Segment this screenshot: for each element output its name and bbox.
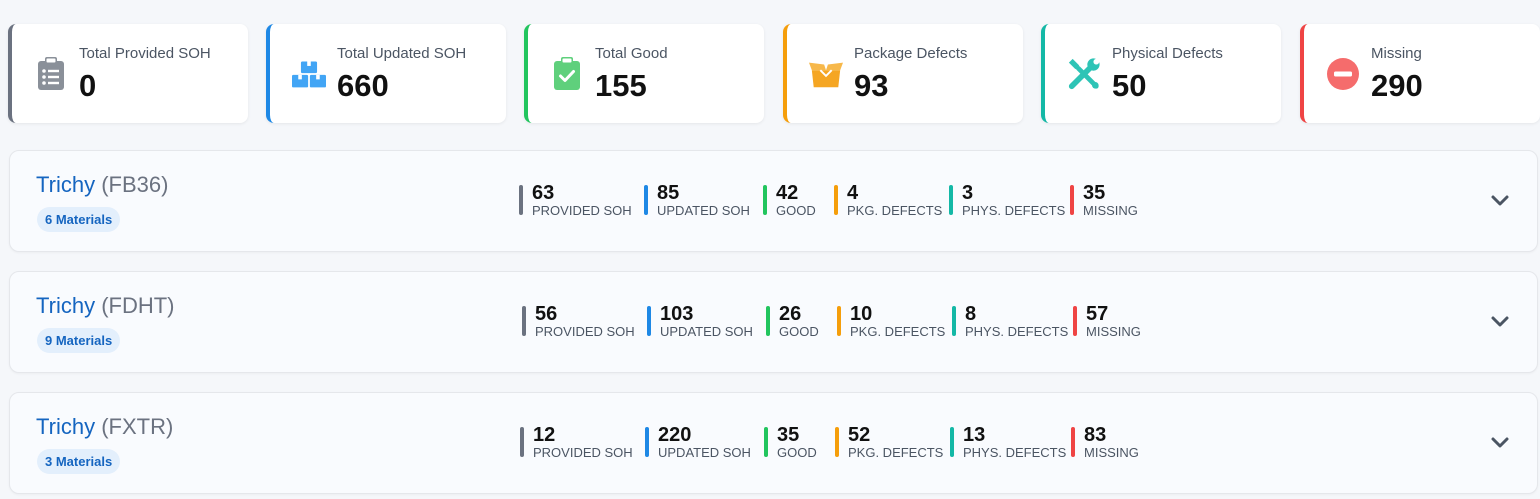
stat-value: 3: [962, 182, 974, 204]
stat-provided-soh: 12 PROVIDED SOH: [520, 424, 633, 460]
location-title: Trichy (FB36): [36, 172, 168, 198]
clipboard-list-icon: [34, 57, 68, 91]
card-value: 290: [1371, 68, 1423, 103]
card-label: Total Updated SOH: [337, 45, 467, 62]
stat-label: UPDATED SOH: [660, 324, 753, 339]
stat-value: 26: [779, 303, 802, 325]
card-total-good: Total Good 155: [524, 24, 764, 123]
stat-value: 35: [777, 424, 800, 446]
card-label: Missing: [1371, 45, 1422, 62]
location-row[interactable]: Trichy (FB36) 6 Materials 63 PROVIDED SOH…: [9, 150, 1538, 252]
tools-icon: [1067, 57, 1101, 91]
stat-label: PROVIDED SOH: [532, 203, 632, 218]
stat-label: MISSING: [1084, 445, 1139, 460]
location-name: Trichy: [36, 293, 96, 318]
stat-label: PROVIDED SOH: [533, 445, 633, 460]
location-code: (FDHT): [101, 293, 175, 318]
summary-cards: Total Provided SOH 0 Total Updated SOH 6…: [8, 24, 1540, 124]
card-label: Physical Defects: [1112, 45, 1223, 62]
stat-label: PKG. DEFECTS: [850, 324, 946, 339]
stat-value: 56: [535, 303, 558, 325]
card-value: 660: [337, 68, 389, 103]
location-name: Trichy: [36, 172, 96, 197]
card-missing: Missing 290: [1300, 24, 1540, 123]
stat-missing: 35 MISSING: [1070, 182, 1138, 218]
stat-good: 35 GOOD: [764, 424, 817, 460]
stat-phys-defects: 13 PHYS. DEFECTS: [950, 424, 1067, 460]
stat-label: PHYS. DEFECTS: [962, 203, 1066, 218]
stat-label: GOOD: [777, 445, 817, 460]
stat-phys-defects: 8 PHYS. DEFECTS: [952, 303, 1069, 339]
location-row[interactable]: Trichy (FDHT) 9 Materials 56 PROVIDED SOH…: [9, 271, 1538, 373]
stat-label: PROVIDED SOH: [535, 324, 635, 339]
stat-good: 42 GOOD: [763, 182, 816, 218]
stat-phys-defects: 3 PHYS. DEFECTS: [949, 182, 1066, 218]
stat-value: 4: [847, 182, 859, 204]
stat-value: 12: [533, 424, 556, 446]
chevron-down-icon[interactable]: [1490, 433, 1510, 453]
card-package-defects: Package Defects 93: [783, 24, 1023, 123]
location-name: Trichy: [36, 414, 96, 439]
chevron-down-icon[interactable]: [1490, 191, 1510, 211]
stat-value: 220: [658, 424, 692, 446]
boxes-icon: [292, 57, 326, 91]
card-value: 50: [1112, 68, 1147, 103]
stat-value: 13: [963, 424, 986, 446]
stat-value: 85: [657, 182, 680, 204]
minus-circle-icon: [1326, 57, 1360, 91]
chevron-down-icon[interactable]: [1490, 312, 1510, 332]
location-row[interactable]: Trichy (FXTR) 3 Materials 12 PROVIDED SOH…: [9, 392, 1538, 494]
stat-label: PHYS. DEFECTS: [963, 445, 1067, 460]
stat-value: 52: [848, 424, 871, 446]
stat-value: 8: [965, 303, 977, 325]
stat-label: MISSING: [1083, 203, 1138, 218]
stat-good: 26 GOOD: [766, 303, 819, 339]
location-code: (FB36): [101, 172, 169, 197]
card-label: Total Provided SOH: [79, 45, 211, 62]
stat-updated-soh: 103 UPDATED SOH: [647, 303, 753, 339]
stat-label: GOOD: [779, 324, 819, 339]
stat-missing: 57 MISSING: [1073, 303, 1141, 339]
stat-pkg-defects: 10 PKG. DEFECTS: [837, 303, 946, 339]
card-value: 155: [595, 68, 647, 103]
card-physical-defects: Physical Defects 50: [1041, 24, 1281, 123]
stat-provided-soh: 56 PROVIDED SOH: [522, 303, 635, 339]
stat-label: UPDATED SOH: [658, 445, 751, 460]
card-label: Total Good: [595, 45, 668, 62]
stat-label: UPDATED SOH: [657, 203, 750, 218]
stat-value: 10: [850, 303, 873, 325]
materials-badge: 9 Materials: [37, 328, 121, 353]
stat-pkg-defects: 52 PKG. DEFECTS: [835, 424, 944, 460]
stat-label: MISSING: [1086, 324, 1141, 339]
stat-updated-soh: 85 UPDATED SOH: [644, 182, 750, 218]
card-label: Package Defects: [854, 45, 968, 62]
stat-label: PKG. DEFECTS: [847, 203, 943, 218]
stat-value: 57: [1086, 303, 1109, 325]
materials-badge: 3 Materials: [37, 449, 121, 474]
stat-value: 83: [1084, 424, 1107, 446]
materials-badge: 6 Materials: [37, 207, 121, 232]
stat-label: PKG. DEFECTS: [848, 445, 944, 460]
location-title: Trichy (FXTR): [36, 414, 173, 440]
stat-value: 42: [776, 182, 799, 204]
stat-provided-soh: 63 PROVIDED SOH: [519, 182, 632, 218]
card-total-provided-soh: Total Provided SOH 0: [8, 24, 248, 123]
clipboard-check-icon: [550, 57, 584, 91]
stat-value: 63: [532, 182, 555, 204]
stat-label: PHYS. DEFECTS: [965, 324, 1069, 339]
stat-missing: 83 MISSING: [1071, 424, 1139, 460]
open-box-icon: [809, 57, 843, 91]
stat-label: GOOD: [776, 203, 816, 218]
stat-updated-soh: 220 UPDATED SOH: [645, 424, 751, 460]
stat-pkg-defects: 4 PKG. DEFECTS: [834, 182, 943, 218]
stat-value: 35: [1083, 182, 1106, 204]
card-total-updated-soh: Total Updated SOH 660: [266, 24, 506, 123]
location-title: Trichy (FDHT): [36, 293, 175, 319]
stat-value: 103: [660, 303, 694, 325]
card-value: 93: [854, 68, 889, 103]
location-code: (FXTR): [101, 414, 174, 439]
card-value: 0: [79, 68, 97, 103]
